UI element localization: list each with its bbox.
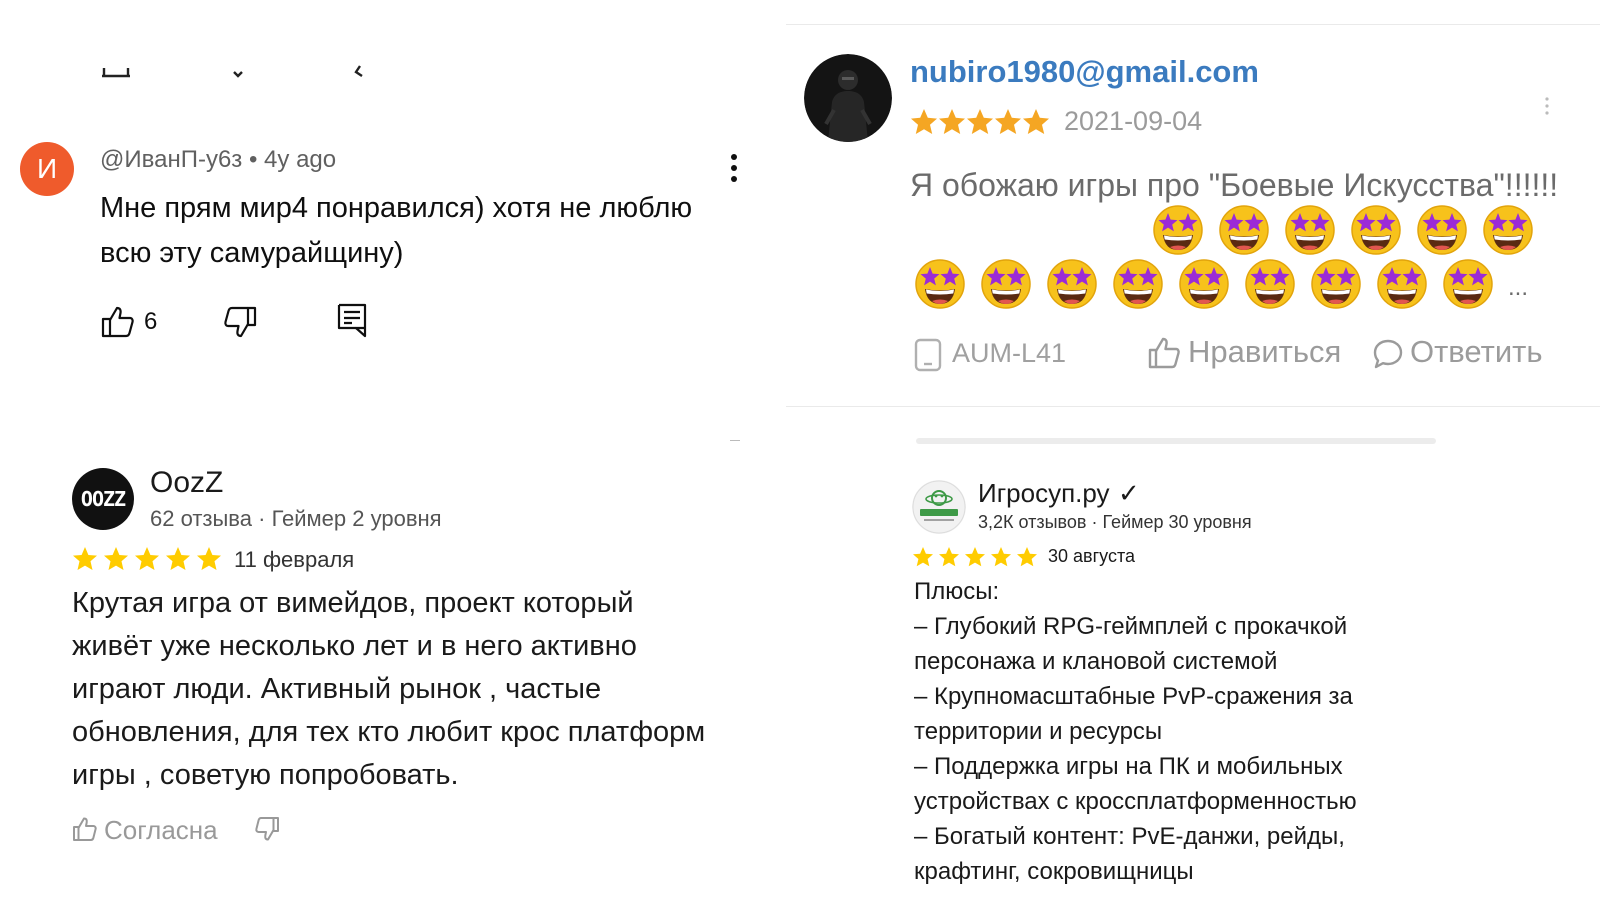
star-icon — [939, 547, 959, 567]
star-struck-icon — [1113, 259, 1163, 309]
author-stats: 3,2К отзывов · Геймер 30 уровня — [978, 512, 1252, 533]
review-author[interactable]: OozZ — [150, 466, 223, 500]
star-icon — [166, 547, 190, 570]
review-line: персонажа и клановой системой — [914, 648, 1278, 675]
review-date: 30 августа — [1048, 546, 1136, 566]
star-icon — [197, 547, 221, 570]
review-line: – Поддержка игры на ПК и мобильных — [914, 753, 1343, 780]
author-stats: 62 отзыва · Геймер 2 уровня — [150, 506, 442, 532]
star-struck-icon — [1245, 259, 1295, 309]
avatar[interactable] — [912, 480, 966, 534]
star-icon — [939, 109, 965, 134]
comment-text: Мне прям мир4 понравился) хотя не люблю … — [100, 192, 693, 269]
divider — [786, 24, 1600, 25]
star-struck-icon — [1483, 205, 1533, 255]
comment-time[interactable]: 4y ago — [264, 146, 336, 173]
review-line: – Богатый контент: PvE-данжи, рейды, — [914, 823, 1345, 850]
avatar[interactable] — [804, 54, 892, 142]
reply-button[interactable]: Ответить — [1410, 334, 1543, 370]
star-struck-icon — [1311, 259, 1361, 309]
review-date: 11 февраля — [234, 547, 355, 572]
star-icon — [965, 547, 985, 567]
avatar[interactable]: OOZZ — [72, 468, 134, 530]
verified-check-icon: ✓ — [1118, 478, 1140, 508]
star-rating — [912, 546, 1038, 568]
meta-separator: · — [258, 506, 272, 531]
reviews-count: 3,2К отзывов — [978, 512, 1087, 532]
star-struck-icon — [1443, 259, 1493, 309]
star-struck-icon — [1377, 259, 1427, 309]
meta-separator: • — [248, 146, 265, 173]
reviews-count: 62 отзыва — [150, 506, 252, 531]
star-icon — [1017, 547, 1037, 567]
star-icon — [967, 109, 993, 134]
emoji-row — [914, 258, 1504, 312]
review-text: Крутая игра от вимейдов, проект который … — [72, 587, 706, 791]
truncation-ellipsis[interactable]: ... — [1508, 274, 1528, 302]
comment-meta: @ИванП-у6з • 4y ago — [100, 146, 336, 174]
star-icon — [991, 547, 1011, 567]
star-icon — [995, 109, 1021, 134]
star-struck-icon — [1417, 205, 1467, 255]
divider — [786, 406, 1600, 407]
star-icon — [135, 547, 159, 570]
dislike-button[interactable] — [222, 304, 258, 340]
review-line: крафтинг, сокровищницы — [914, 858, 1194, 885]
review-line: Плюсы: — [914, 578, 1000, 605]
thumb-down-icon[interactable] — [254, 816, 280, 842]
thumb-up-icon[interactable] — [72, 816, 98, 842]
thumb-up-icon[interactable] — [1148, 336, 1182, 370]
star-struck-icon — [1179, 259, 1229, 309]
gamer-level: Геймер 2 уровня — [271, 506, 442, 531]
review-line: – Крупномасштабные PvP-сражения за — [914, 683, 1353, 710]
review-author[interactable]: nubiro1980@gmail.com — [910, 54, 1259, 90]
star-rating — [72, 546, 222, 572]
star-struck-icon — [1047, 259, 1097, 309]
star-struck-icon — [1219, 205, 1269, 255]
scrollbar[interactable] — [916, 438, 1436, 444]
star-rating — [910, 108, 1050, 136]
review-line: устройствах с кроссплатформенностью — [914, 788, 1357, 815]
star-icon — [913, 547, 933, 567]
star-icon — [1023, 109, 1049, 134]
like-button[interactable] — [100, 304, 136, 340]
speech-bubble-icon[interactable] — [1372, 338, 1404, 370]
star-struck-icon — [1285, 205, 1335, 255]
star-icon — [73, 547, 97, 570]
avatar[interactable]: И — [20, 142, 74, 196]
thumb-up-icon — [101, 306, 134, 338]
meta-separator: · — [1091, 512, 1103, 532]
star-icon — [911, 109, 937, 134]
star-struck-icon — [1153, 205, 1203, 255]
star-struck-icon — [915, 259, 965, 309]
more-options-icon[interactable] — [724, 152, 744, 186]
star-icon — [104, 547, 128, 570]
previous-comment-actions-cropped — [100, 64, 380, 78]
device-name: AUM-L41 — [952, 338, 1067, 368]
comment-author[interactable]: @ИванП-у6з — [100, 146, 242, 173]
phone-icon — [914, 338, 942, 372]
review-text: Я обожаю игры про "Боевые Искусства"!!!!… — [910, 167, 1559, 203]
star-struck-icon — [981, 259, 1031, 309]
review-text: Плюсы: – Глубокий RPG-геймплей с прокачк… — [914, 574, 1594, 889]
thumb-down-icon — [224, 306, 257, 338]
review-line: – Глубокий RPG-геймплей с прокачкой — [914, 613, 1348, 640]
agree-button[interactable]: Согласна — [104, 815, 218, 846]
star-struck-icon — [1351, 205, 1401, 255]
comment-icon — [337, 303, 367, 338]
like-button[interactable]: Нравиться — [1188, 334, 1341, 370]
more-options-icon[interactable] — [1540, 96, 1554, 118]
reply-button[interactable] — [336, 302, 368, 338]
gamer-level: Геймер 30 уровня — [1102, 512, 1252, 532]
divider — [730, 440, 740, 441]
review-date: 2021-09-04 — [1064, 106, 1203, 136]
review-line: территории и ресурсы — [914, 718, 1163, 745]
emoji-row — [1152, 204, 1544, 258]
like-count: 6 — [144, 308, 158, 335]
review-author[interactable]: Игросуп.ру — [978, 478, 1110, 509]
